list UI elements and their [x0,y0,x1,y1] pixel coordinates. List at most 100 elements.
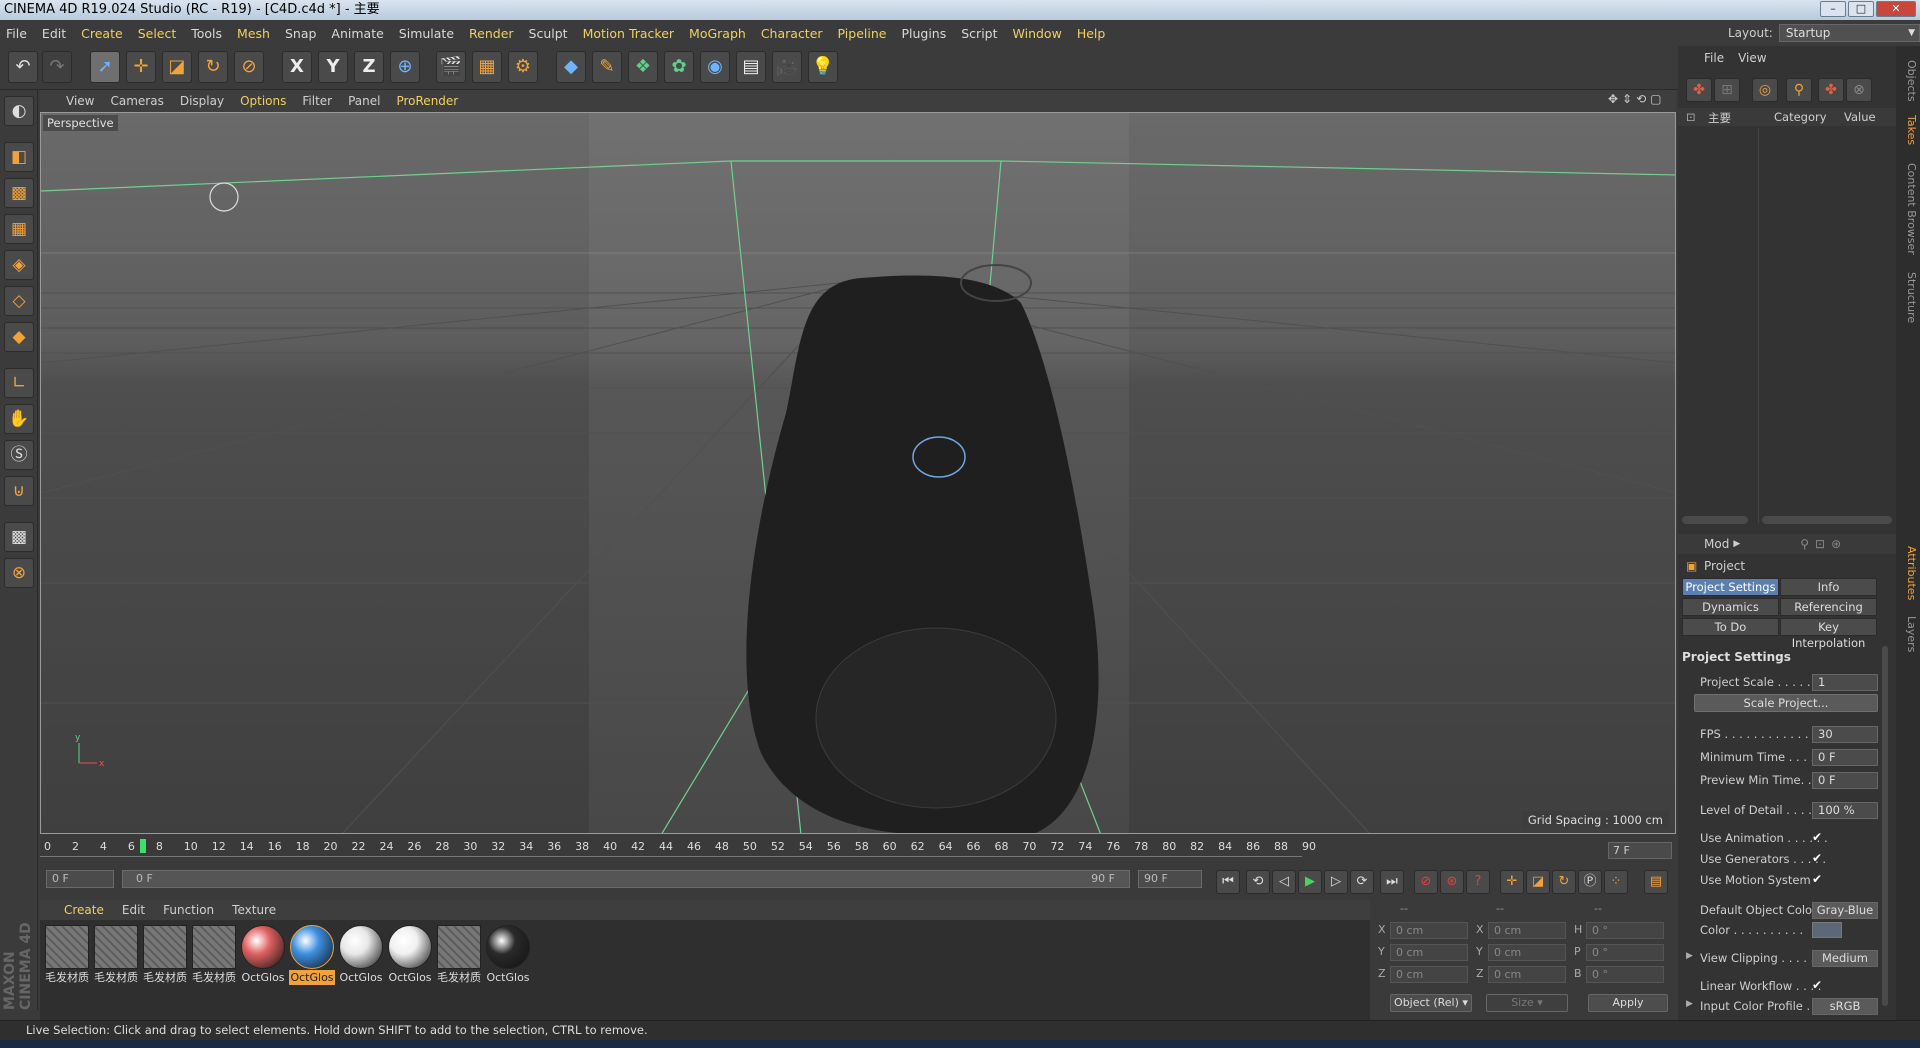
autokey-button[interactable]: ⊛ [1440,870,1464,894]
menu-animate[interactable]: Animate [331,26,383,41]
tab-dynamics[interactable]: Dynamics [1682,598,1779,616]
attributes-scrollbar[interactable] [1882,646,1888,1006]
project-scale-field[interactable]: 1 [1812,674,1878,691]
coordinate-field[interactable]: 0 cm [1488,966,1566,983]
minimum-time-field[interactable]: 0 F [1812,749,1878,766]
size-mode-dropdown[interactable]: Size ▾ [1486,994,1568,1012]
input-color-profile-dropdown[interactable]: sRGB [1812,998,1878,1015]
coordinate-system-button[interactable]: ⊕ [390,51,420,83]
viewport-menu-display[interactable]: Display [180,94,224,108]
menu-file[interactable]: File [6,26,27,41]
viewport-menu-view[interactable]: View [66,94,94,108]
object-menu-view[interactable]: View [1738,51,1766,65]
lock-workplane-button[interactable]: ▩ [4,522,34,552]
viewport-menu-prorender[interactable]: ProRender [396,94,458,108]
workplane-mode-button[interactable]: ▦ [4,214,34,244]
linear-workflow-checkbox[interactable]: ✔ [1812,978,1822,992]
menu-pipeline[interactable]: Pipeline [838,26,887,41]
playhead-marker[interactable] [139,839,146,853]
tab-info[interactable]: Info [1780,578,1877,596]
magnet-button[interactable]: ⊍ [4,476,34,506]
y-axis-lock[interactable]: Y [318,51,348,83]
go-to-end-button[interactable]: ⏭ [1380,870,1404,894]
object-menu-file[interactable]: File [1704,51,1724,65]
tab-objects[interactable]: Objects [1898,56,1918,106]
material-item[interactable]: 毛发材质 [191,925,237,987]
scale-tool[interactable]: ◪ [162,51,192,83]
menu-plugins[interactable]: Plugins [901,26,946,41]
horizontal-scrollbar-left[interactable] [1682,516,1748,524]
color-swatch[interactable] [1812,922,1842,938]
material-item[interactable]: OctGlos [240,925,286,987]
preview-range-slider[interactable]: 0 F 90 F [122,870,1130,888]
close-button[interactable]: ✕ [1876,1,1916,17]
tab-content-browser[interactable]: Content Browser [1898,154,1918,264]
viewport-menu-cameras[interactable]: Cameras [110,94,163,108]
object-tool-6[interactable]: ⊗ [1846,78,1872,102]
timeline-window-button[interactable]: ▤ [1644,870,1668,894]
make-editable-button[interactable]: ◐ [4,96,34,126]
live-selection-tool[interactable]: ➚ [90,51,120,83]
previous-key-button[interactable]: ⟲ [1246,870,1270,894]
end-frame-field[interactable]: 90 F [1138,870,1202,888]
subdivision-button[interactable]: ❖ [628,51,658,83]
key-position-button[interactable]: ✛ [1500,870,1524,894]
minimize-button[interactable]: – [1820,1,1846,17]
tab-key-interpolation[interactable]: Key Interpolation [1780,618,1877,650]
menu-tools[interactable]: Tools [191,26,222,41]
material-menu-function[interactable]: Function [163,903,214,917]
redo-button[interactable]: ↷ [42,51,72,83]
menu-select[interactable]: Select [138,26,177,41]
tab-takes[interactable]: Takes [1898,110,1918,150]
menu-help[interactable]: Help [1077,26,1106,41]
key-scale-button[interactable]: ◪ [1526,870,1550,894]
points-mode-button[interactable]: ◈ [4,250,34,280]
current-frame-field[interactable]: 7 F [1608,842,1672,859]
polygons-mode-button[interactable]: ◆ [4,322,34,352]
expand-arrow-icon[interactable]: ▶ [1686,951,1693,961]
tab-to-do[interactable]: To Do [1682,618,1779,636]
coordinate-field[interactable]: 0 cm [1488,922,1566,939]
snap-button[interactable]: Ⓢ [4,440,34,470]
timeline-ruler[interactable]: 0 2 4 6 8 10 12 14 16 18 20 22 24 26 28 30 32 34 36 38 40 42 4… [40,836,1676,862]
x-axis-lock[interactable]: X [282,51,312,83]
object-tool-4[interactable]: ⚲ [1786,78,1812,102]
object-tool-1[interactable]: ✤ [1686,78,1712,102]
object-tool-2[interactable]: ⊞ [1714,78,1740,102]
menu-motion-tracker[interactable]: Motion Tracker [583,26,674,41]
key-pla-button[interactable]: ⁘ [1604,870,1628,894]
attributes-nav-icons[interactable]: ⚲⊡⊛ [1800,537,1847,551]
tweak-mode-button[interactable]: ✋ [4,404,34,434]
coordinate-field[interactable]: 0 ° [1586,922,1664,939]
use-animation-checkbox[interactable]: ✔ [1812,830,1822,844]
coordinate-field[interactable]: 0 cm [1390,944,1468,961]
menu-window[interactable]: Window [1013,26,1062,41]
viewport-nav-icons[interactable]: ✥⇕⟲▢ [1608,92,1666,106]
render-view-button[interactable]: 🎬 [436,51,466,83]
move-tool[interactable]: ✛ [126,51,156,83]
key-rotation-button[interactable]: ↻ [1552,870,1576,894]
horizontal-scrollbar-right[interactable] [1762,516,1892,524]
render-settings-button[interactable]: ⚙ [508,51,538,83]
previous-frame-button[interactable]: ◁ [1272,870,1296,894]
material-menu-edit[interactable]: Edit [122,903,145,917]
viewport-camera-label[interactable]: Perspective [43,115,118,131]
maximize-button[interactable]: □ [1848,1,1874,17]
next-frame-button[interactable]: ▷ [1324,870,1348,894]
material-item[interactable]: OctGlos [289,925,335,987]
tab-referencing[interactable]: Referencing [1780,598,1877,616]
coordinate-mode-dropdown[interactable]: Object (Rel) ▾ [1390,994,1472,1012]
category-column-header[interactable]: Category [1774,110,1827,124]
material-item[interactable]: OctGlos [338,925,384,987]
menu-character[interactable]: Character [761,26,823,41]
viewport-menu-options[interactable]: Options [240,94,286,108]
material-menu-texture[interactable]: Texture [232,903,276,917]
coordinate-field[interactable]: 0 cm [1390,966,1468,983]
material-item[interactable]: 毛发材质 [436,925,482,987]
material-manager[interactable]: 毛发材质 毛发材质 毛发材质 毛发材质 OctGlos OctGlos OctGlos Oct… [40,920,1370,1020]
default-object-color-dropdown[interactable]: Gray-Blue [1812,902,1878,919]
coordinate-field[interactable]: 0 cm [1390,922,1468,939]
material-item[interactable]: 毛发材质 [44,925,90,987]
cloner-button[interactable]: ✿ [664,51,694,83]
menu-script[interactable]: Script [961,26,997,41]
